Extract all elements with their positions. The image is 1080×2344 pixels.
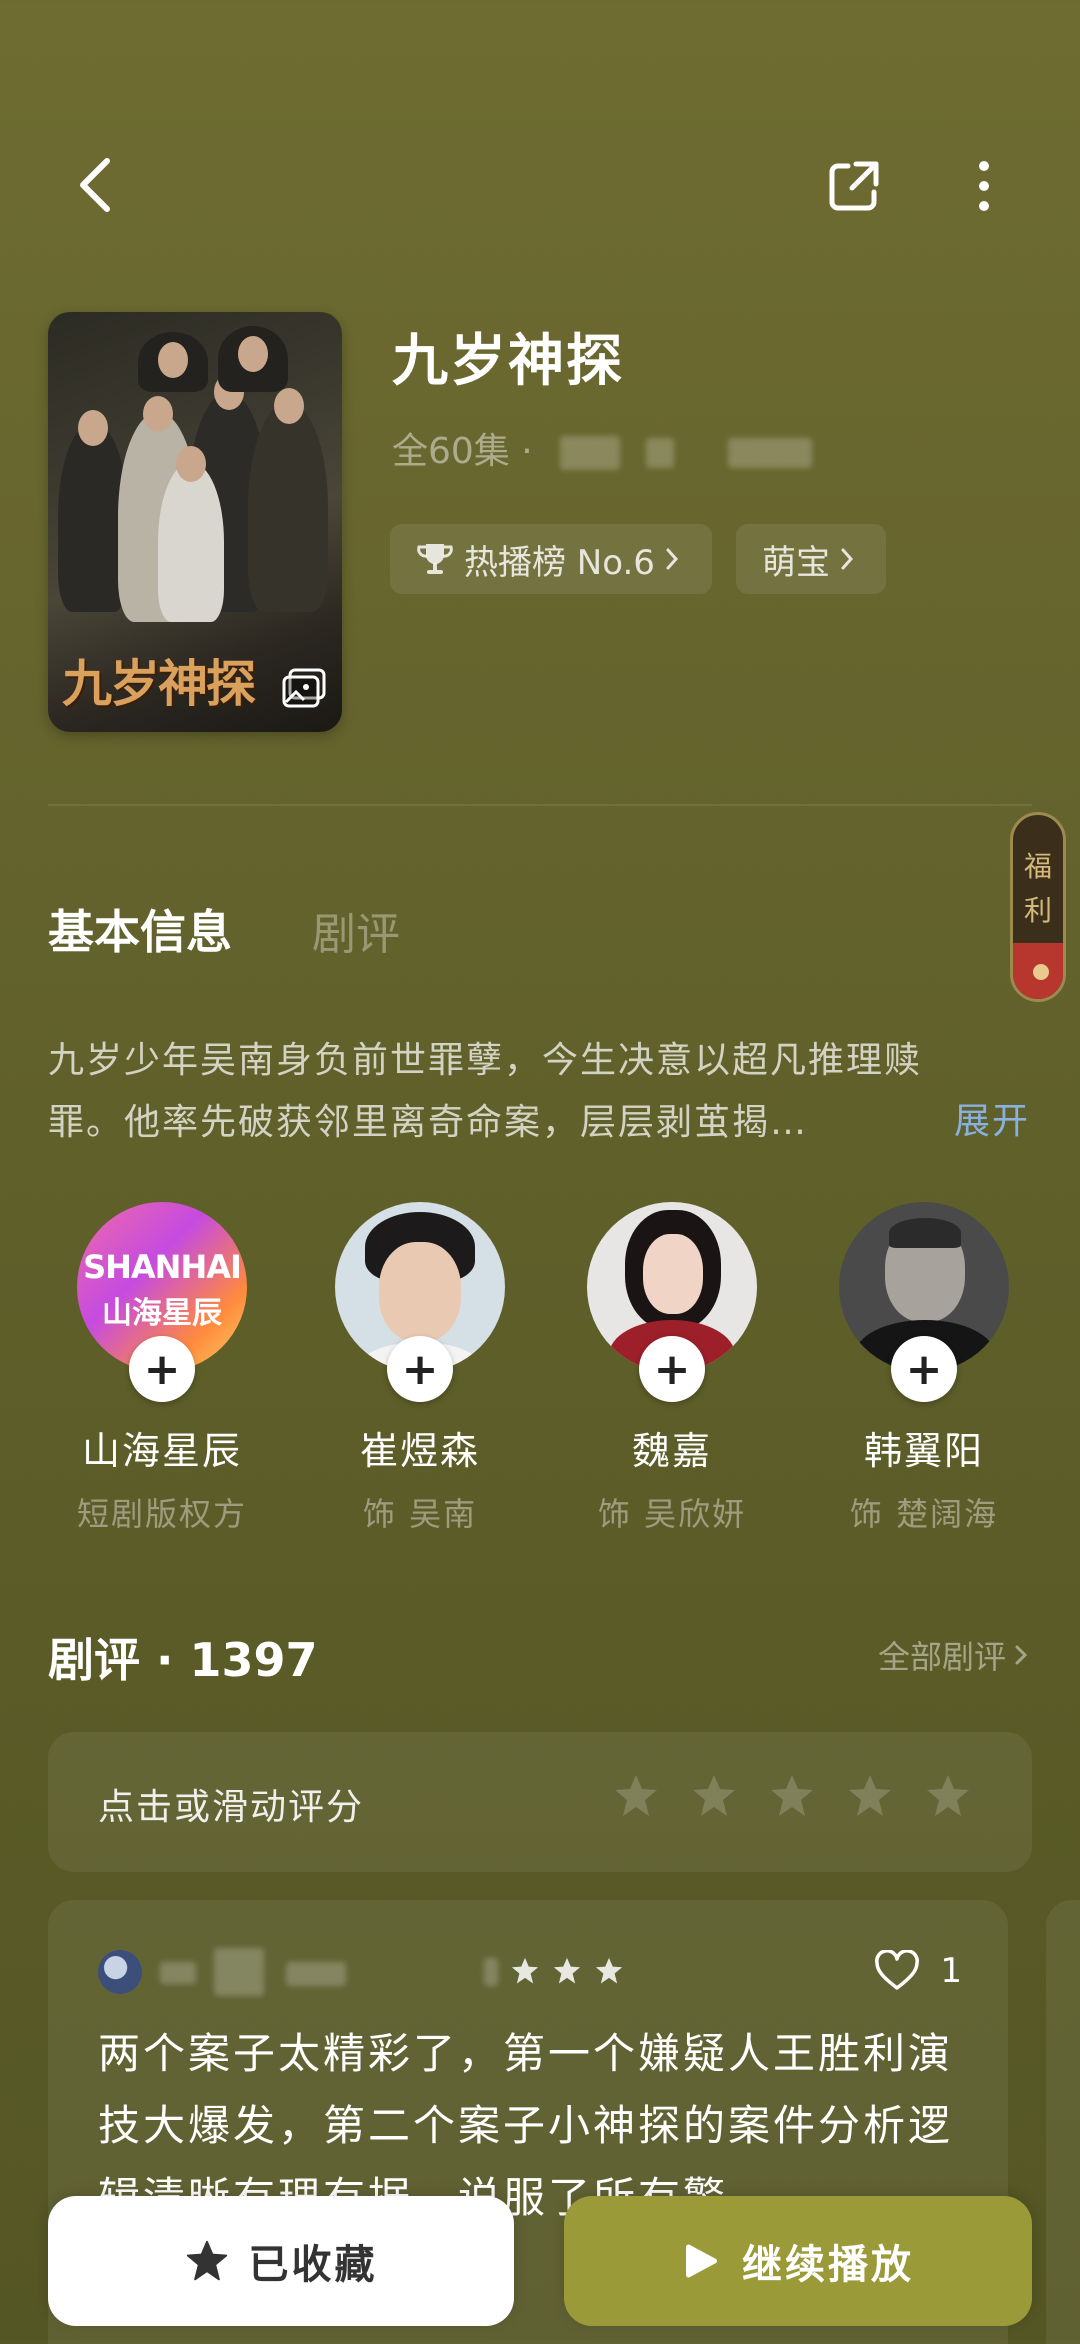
favorite-label: 已收藏 bbox=[248, 2242, 378, 2288]
like-count: 1 bbox=[940, 1951, 962, 1991]
redacted-info bbox=[728, 438, 812, 468]
tab-reviews[interactable]: 剧评 bbox=[312, 898, 400, 962]
redacted-info bbox=[560, 436, 620, 470]
more-vertical-icon bbox=[979, 161, 989, 211]
redacted-username bbox=[484, 1958, 498, 1986]
star-icon[interactable] bbox=[846, 1772, 894, 1820]
description: 九岁少年吴南身负前世罪孽，今生决意以超凡推理赎 罪。他率先破获邻里离奇命案，层层… bbox=[48, 1030, 1038, 1154]
studio-logo: 山海星辰 bbox=[102, 1296, 222, 1331]
star-icon[interactable] bbox=[768, 1772, 816, 1820]
chevron-right-icon bbox=[666, 548, 678, 570]
chevron-right-icon bbox=[841, 548, 854, 570]
redacted-username bbox=[160, 1962, 196, 1984]
welfare-coin-icon bbox=[1030, 961, 1052, 983]
play-icon bbox=[686, 2244, 717, 2278]
redacted-username bbox=[286, 1962, 346, 1986]
gallery-icon bbox=[282, 668, 326, 708]
cast-name: 韩翼阳 bbox=[863, 1429, 984, 1473]
ranking-chip[interactable]: 热播榜 No.6 bbox=[390, 524, 712, 594]
genre-label: 萌宝 bbox=[762, 542, 830, 583]
tab-basic-info[interactable]: 基本信息 bbox=[48, 896, 232, 962]
review-stars bbox=[510, 1956, 624, 1986]
divider bbox=[48, 804, 1032, 806]
rating-prompt: 点击或滑动评分 bbox=[98, 1787, 365, 1828]
cast-item[interactable]: SHANHAI 山海星辰 + 山海星辰 短剧版权方 bbox=[62, 1202, 262, 1535]
genre-chip[interactable]: 萌宝 bbox=[736, 524, 886, 594]
cast-item[interactable]: + 崔煜森 饰 吴南 bbox=[320, 1202, 520, 1535]
star-icon bbox=[511, 1957, 539, 1984]
drama-title: 九岁神探 bbox=[392, 329, 624, 394]
welfare-widget[interactable]: 福利 bbox=[1010, 812, 1066, 1002]
cast-role: 短剧版权方 bbox=[76, 1495, 247, 1533]
star-icon bbox=[553, 1957, 581, 1984]
chevron-right-icon bbox=[1015, 1645, 1028, 1665]
follow-button[interactable]: + bbox=[639, 1336, 705, 1402]
share-icon bbox=[829, 161, 879, 211]
welfare-label: 福 bbox=[1023, 850, 1052, 883]
poster-artwork bbox=[48, 326, 342, 632]
cast-role: 饰 吴欣妍 bbox=[597, 1495, 747, 1533]
star-icon[interactable] bbox=[690, 1772, 738, 1820]
description-line: 九岁少年吴南身负前世罪孽，今生决意以超凡推理赎 bbox=[48, 1040, 923, 1081]
expand-link[interactable]: 展开 bbox=[954, 1092, 1030, 1144]
cast-role: 饰 楚阔海 bbox=[849, 1495, 999, 1533]
follow-button[interactable]: + bbox=[891, 1336, 957, 1402]
redacted-info bbox=[646, 438, 674, 468]
star-icon bbox=[595, 1957, 623, 1984]
drama-poster[interactable]: 九岁神探 bbox=[48, 312, 342, 732]
like-button[interactable]: 1 bbox=[874, 1950, 962, 1992]
description-line: 罪。他率先破获邻里离奇命案，层层剥茧揭… bbox=[48, 1102, 809, 1143]
share-button[interactable] bbox=[818, 150, 890, 222]
favorite-button[interactable]: 已收藏 bbox=[48, 2196, 514, 2326]
welfare-label: 利 bbox=[1023, 894, 1052, 927]
next-review-card[interactable] bbox=[1046, 1900, 1080, 2344]
all-reviews-label: 全部剧评 bbox=[877, 1638, 1006, 1676]
rating-stars[interactable] bbox=[612, 1772, 972, 1820]
cast-item[interactable]: + 韩翼阳 饰 楚阔海 bbox=[824, 1202, 1024, 1535]
star-icon[interactable] bbox=[924, 1772, 972, 1820]
reviews-title: 剧评 · 1397 bbox=[48, 1633, 318, 1687]
more-button[interactable] bbox=[950, 150, 1018, 222]
cast-name: 崔煜森 bbox=[359, 1429, 480, 1473]
play-label: 继续播放 bbox=[742, 2242, 914, 2288]
cast-item[interactable]: + 魏嘉 饰 吴欣妍 bbox=[572, 1202, 772, 1535]
cast-name: 山海星辰 bbox=[81, 1429, 242, 1473]
back-button[interactable] bbox=[60, 150, 130, 220]
heart-icon bbox=[875, 1950, 920, 1990]
follow-button[interactable]: + bbox=[129, 1336, 195, 1402]
episode-count: 全60集 · bbox=[392, 431, 533, 472]
all-reviews-link[interactable]: 全部剧评 bbox=[878, 1632, 1030, 1678]
redacted-username bbox=[214, 1948, 264, 1996]
star-filled-icon bbox=[186, 2240, 227, 2281]
continue-play-button[interactable]: 继续播放 bbox=[564, 2196, 1032, 2326]
chevron-left-icon bbox=[80, 158, 110, 212]
studio-logo: SHANHAI bbox=[83, 1248, 242, 1286]
cast-role: 饰 吴南 bbox=[362, 1495, 478, 1533]
trophy-icon bbox=[417, 544, 453, 574]
rating-card[interactable]: 点击或滑动评分 bbox=[48, 1732, 1032, 1872]
star-icon[interactable] bbox=[612, 1772, 660, 1820]
cast-name: 魏嘉 bbox=[631, 1429, 712, 1473]
follow-button[interactable]: + bbox=[387, 1336, 453, 1402]
reviewer-avatar bbox=[98, 1950, 142, 1994]
ranking-label: 热播榜 No.6 bbox=[464, 542, 655, 583]
